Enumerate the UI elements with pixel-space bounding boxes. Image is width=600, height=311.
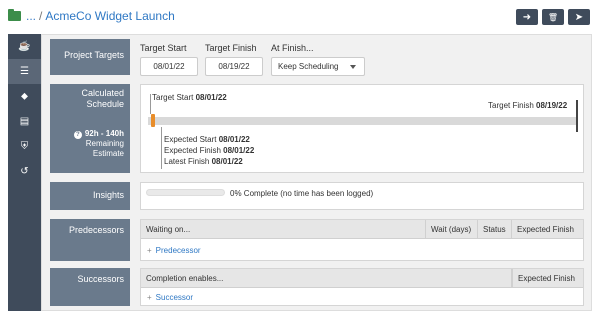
trash-icon: 🗑 <box>547 12 559 22</box>
predecessors-table: Waiting on... Wait (days) Status Expecte… <box>140 219 584 261</box>
successors-table: Completion enables... Expected Finish + S… <box>140 268 584 306</box>
predecessors-header: Waiting on... Wait (days) Status Expecte… <box>141 219 583 239</box>
latest-finish-text: Latest Finish 08/01/22 <box>164 157 243 166</box>
sidebar-item-tag[interactable]: ⬥ <box>8 84 41 109</box>
project-targets-label: Project Targets <box>50 39 130 75</box>
main-content: Project Targets Target Start 08/01/22 Ta… <box>41 34 592 311</box>
estimate-line1: Remaining <box>85 139 124 148</box>
cup-icon: ☕ <box>18 41 31 52</box>
sidebar-item-menu[interactable]: ☰ <box>8 59 41 84</box>
estimate-line2: Estimate <box>92 149 124 158</box>
successors-label: Successors <box>50 268 130 306</box>
sidebar: ☕ ☰ ⬥ ▤ ⛨ ↺ <box>8 34 41 311</box>
paper-plane-icon: ➤ <box>574 11 584 23</box>
breadcrumb: ... / AcmeCo Widget Launch <box>8 9 175 23</box>
calculated-schedule-title: Calculated Schedule <box>81 88 124 109</box>
target-finish-label: Target Finish <box>205 43 257 53</box>
insights-panel: 0% Complete (no time has been logged) <box>140 182 584 210</box>
breadcrumb-separator: / <box>39 9 43 23</box>
at-finish-select[interactable]: Keep Scheduling <box>271 57 365 76</box>
predecessors-label: Predecessors <box>50 219 130 261</box>
sidebar-item-cup[interactable]: ☕ <box>8 34 41 59</box>
target-finish-input[interactable]: 08/19/22 <box>205 57 263 76</box>
add-predecessor-link[interactable]: + Predecessor <box>147 246 201 255</box>
progress-bar <box>146 189 225 196</box>
target-finish-text: Target Finish 08/19/22 <box>488 101 568 110</box>
progress-text: 0% Complete (no time has been logged) <box>230 189 374 198</box>
note-icon: ▤ <box>19 116 30 127</box>
add-successor-link[interactable]: + Successor <box>147 293 193 302</box>
col-status[interactable]: Status <box>478 219 512 239</box>
schedule-bar <box>148 117 577 125</box>
col-waiting-on[interactable]: Waiting on... <box>141 219 426 239</box>
target-start-line <box>150 94 151 114</box>
at-finish-value: Keep Scheduling <box>278 62 339 71</box>
page-header: ... / AcmeCo Widget Launch ➜ 🗑 ➤ <box>0 0 600 34</box>
target-finish-line <box>576 100 578 132</box>
sidebar-item-history[interactable]: ↺ <box>8 159 41 184</box>
next-button[interactable]: ➜ <box>516 9 538 25</box>
arrow-right-icon: ➜ <box>522 11 532 23</box>
insights-label: Insights <box>50 182 130 210</box>
breadcrumb-ellipsis[interactable]: ... <box>26 9 36 23</box>
sidebar-item-note[interactable]: ▤ <box>8 109 41 134</box>
shield-icon: ⛨ <box>20 141 29 152</box>
tag-icon: ⬥ <box>21 91 28 102</box>
col-expected-finish[interactable]: Expected Finish <box>512 220 583 239</box>
delete-button[interactable]: 🗑 <box>542 9 564 25</box>
folder-icon <box>8 9 21 21</box>
remaining-estimate: ? 92h - 140h Remaining Estimate <box>50 129 130 159</box>
plus-icon: + <box>147 293 152 302</box>
send-button[interactable]: ➤ <box>568 9 590 25</box>
estimate-hours: 92h - 140h <box>84 129 124 138</box>
target-start-label: Target Start <box>140 43 187 53</box>
target-start-input[interactable]: 08/01/22 <box>140 57 198 76</box>
target-start-text: Target Start 08/01/22 <box>152 93 227 102</box>
expected-finish-text: Expected Finish 08/01/22 <box>164 146 255 155</box>
menu-icon: ☰ <box>20 66 29 77</box>
history-icon: ↺ <box>20 166 29 177</box>
at-finish-label: At Finish... <box>271 43 314 53</box>
col-wait-days[interactable]: Wait (days) <box>426 219 478 239</box>
plus-icon: + <box>147 246 152 255</box>
question-icon[interactable]: ? <box>73 131 82 139</box>
successors-header: Completion enables... Expected Finish <box>141 268 583 288</box>
col-successor-expected-finish[interactable]: Expected Finish <box>512 268 583 288</box>
schedule-marker[interactable] <box>151 114 155 127</box>
expected-line <box>161 127 162 169</box>
schedule-panel: Target Start 08/01/22 Target Finish 08/1… <box>140 84 584 173</box>
col-completion-enables[interactable]: Completion enables... <box>141 268 512 288</box>
page-title[interactable]: AcmeCo Widget Launch <box>45 9 174 23</box>
caret-down-icon <box>350 65 356 69</box>
expected-start-text: Expected Start 08/01/22 <box>164 135 250 144</box>
sidebar-item-shield[interactable]: ⛨ <box>8 134 41 159</box>
